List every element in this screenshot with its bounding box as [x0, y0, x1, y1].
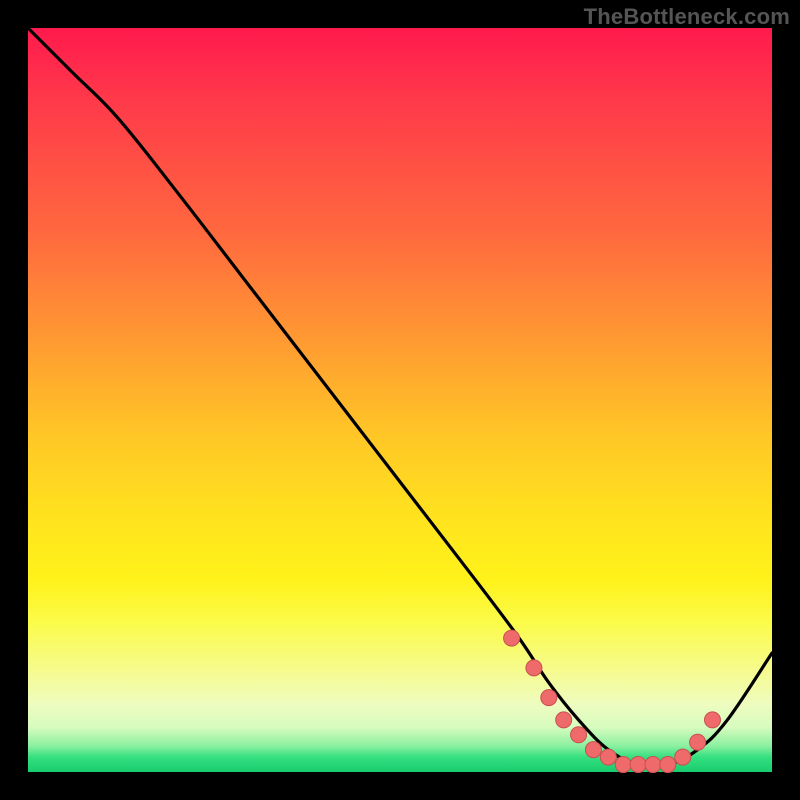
curve-marker — [615, 757, 631, 773]
curve-marker — [675, 749, 691, 765]
curve-markers — [504, 630, 721, 772]
chart-stage: TheBottleneck.com — [0, 0, 800, 800]
curve-marker — [556, 712, 572, 728]
curve-marker — [541, 690, 557, 706]
curve-marker — [526, 660, 542, 676]
curve-marker — [571, 727, 587, 743]
curve-marker — [630, 757, 646, 773]
curve-marker — [600, 749, 616, 765]
curve-marker — [585, 742, 601, 758]
plot-area — [28, 28, 772, 772]
curve-marker — [645, 757, 661, 773]
chart-overlay — [28, 28, 772, 772]
curve-marker — [704, 712, 720, 728]
curve-marker — [504, 630, 520, 646]
bottleneck-curve — [28, 28, 772, 767]
curve-marker — [690, 734, 706, 750]
watermark-text: TheBottleneck.com — [584, 4, 790, 30]
curve-marker — [660, 757, 676, 773]
